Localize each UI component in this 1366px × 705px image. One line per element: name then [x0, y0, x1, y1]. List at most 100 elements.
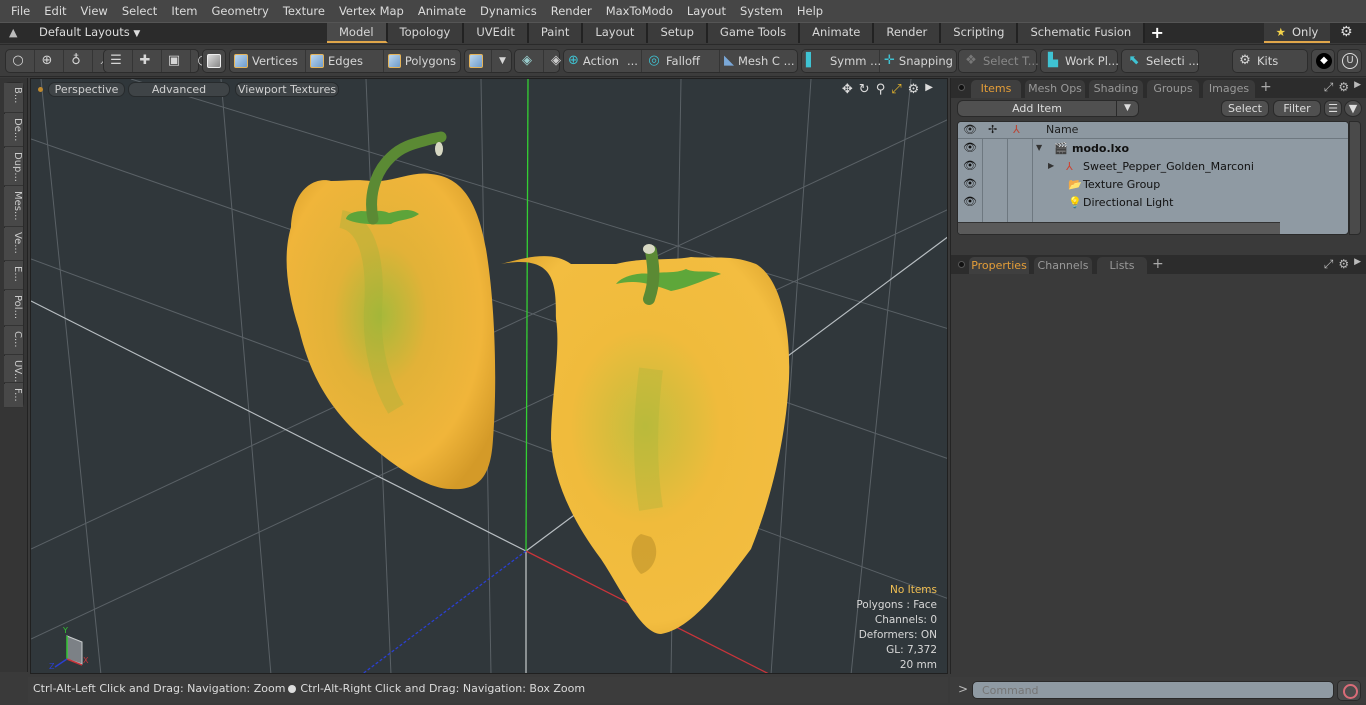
- panel-gear-icon[interactable]: ⚙: [1338, 80, 1349, 95]
- maximize-icon[interactable]: ⤢: [891, 82, 901, 97]
- collapse-up-icon[interactable]: ▲: [9, 26, 17, 39]
- menu-layout[interactable]: Layout: [680, 0, 733, 22]
- viewport-menu-dot[interactable]: [38, 87, 43, 92]
- name-column-header[interactable]: Name: [1046, 123, 1078, 136]
- vtab-uv[interactable]: UV...: [4, 356, 23, 383]
- vtab-curve[interactable]: C...: [4, 327, 23, 355]
- tab-images[interactable]: Images: [1203, 80, 1255, 98]
- menu-texture[interactable]: Texture: [276, 0, 332, 22]
- menu-animate[interactable]: Animate: [411, 0, 473, 22]
- tab-topology[interactable]: Topology: [387, 23, 465, 43]
- pepper-right-model[interactable]: [501, 244, 790, 634]
- square-button[interactable]: ▣: [162, 50, 191, 72]
- vtab-edge[interactable]: E...: [4, 262, 23, 290]
- menu-file[interactable]: File: [4, 0, 37, 22]
- tab-properties[interactable]: Properties: [969, 257, 1029, 275]
- tab-scripting[interactable]: Scripting: [941, 23, 1019, 43]
- selection-sets-button[interactable]: ⬉ Selecti ...: [1122, 50, 1203, 72]
- panel-gear-icon[interactable]: ⚙: [1338, 257, 1349, 272]
- tab-animate[interactable]: Animate: [800, 23, 875, 43]
- add-panel-tab-button[interactable]: +: [1260, 79, 1272, 95]
- vtab-vertex[interactable]: Ve...: [4, 228, 23, 261]
- command-input[interactable]: [972, 681, 1334, 699]
- tab-channels[interactable]: Channels: [1034, 257, 1092, 275]
- vtab-fusion[interactable]: F...: [4, 384, 23, 408]
- menu-maxtomodo[interactable]: MaxToModo: [599, 0, 680, 22]
- tab-groups[interactable]: Groups: [1147, 80, 1199, 98]
- tab-game-tools[interactable]: Game Tools: [707, 23, 801, 43]
- action-center-button[interactable]: ⊕ Action...: [564, 50, 642, 72]
- panel-arrow-icon[interactable]: ▶: [1354, 80, 1361, 95]
- record-macro-button[interactable]: [1337, 680, 1361, 701]
- panel-menu-dot[interactable]: [958, 261, 965, 268]
- menu-vertex-map[interactable]: Vertex Map: [332, 0, 411, 22]
- tab-shading[interactable]: Shading: [1089, 80, 1143, 98]
- panel-arrow-icon[interactable]: ▶: [1354, 257, 1361, 272]
- circle-select-button[interactable]: ○: [6, 50, 35, 72]
- tab-lists[interactable]: Lists: [1097, 257, 1147, 275]
- eye-header-icon[interactable]: 👁: [963, 123, 977, 136]
- unity-button[interactable]: ◆: [1312, 50, 1340, 72]
- expand-triangle-icon[interactable]: ▶: [1048, 161, 1054, 170]
- kits-button[interactable]: ⚙ Kits: [1233, 50, 1282, 72]
- item-mode-button[interactable]: [203, 50, 229, 72]
- 3d-viewport[interactable]: Y X Z Perspective Advanced Viewport Text…: [30, 78, 948, 674]
- zoom-icon[interactable]: ⚲: [876, 82, 886, 97]
- expand-arrow-icon[interactable]: ▶: [925, 82, 933, 97]
- visibility-eye-icon[interactable]: 👁: [963, 141, 977, 154]
- work-plane-button[interactable]: ▙ Work Pl...: [1041, 50, 1123, 72]
- menu-geometry[interactable]: Geometry: [205, 0, 276, 22]
- funnel-filter-button[interactable]: ▼: [1344, 100, 1362, 117]
- gizmo-a-button[interactable]: ◈: [515, 50, 544, 72]
- vtab-duplicate[interactable]: Dup...: [4, 148, 23, 186]
- panel-menu-dot[interactable]: [958, 84, 965, 91]
- menu-view[interactable]: View: [74, 0, 115, 22]
- menu-dynamics[interactable]: Dynamics: [473, 0, 544, 22]
- add-item-dropdown[interactable]: Add Item ▼: [957, 100, 1139, 117]
- polygons-button[interactable]: Polygons: [384, 50, 460, 72]
- maximize-panel-icon[interactable]: ⤢: [1324, 80, 1334, 95]
- tab-paint[interactable]: Paint: [528, 23, 584, 43]
- select-through-button[interactable]: ❖ Select T...: [959, 50, 1043, 72]
- axis-header-icon[interactable]: ⅄: [1013, 123, 1020, 136]
- list-options-button[interactable]: ☰: [1324, 100, 1342, 117]
- perspective-button[interactable]: Perspective: [48, 82, 125, 97]
- only-toggle[interactable]: ★ Only: [1264, 23, 1330, 43]
- tab-model[interactable]: Model: [327, 23, 388, 43]
- menu-help[interactable]: Help: [790, 0, 830, 22]
- mesh-constraint-button[interactable]: ◣ Mesh C ...: [720, 50, 797, 72]
- falloff-button[interactable]: ◎ Falloff: [642, 50, 720, 72]
- globe-button[interactable]: ⊕: [35, 50, 64, 72]
- tree-row-mesh[interactable]: 👁 ▶ ⅄ Sweet_Pepper_Golden_Marconi: [958, 158, 1348, 176]
- pen-button[interactable]: ♁: [64, 50, 93, 72]
- material-mode-button[interactable]: [465, 50, 492, 72]
- menu-item[interactable]: Item: [164, 0, 204, 22]
- cross-button[interactable]: ✚: [133, 50, 162, 72]
- advanced-button[interactable]: Advanced: [128, 82, 230, 97]
- material-dropdown[interactable]: ▼: [492, 50, 513, 72]
- add-panel-tab-button[interactable]: +: [1152, 256, 1164, 272]
- viewport-textures-button[interactable]: Viewport Textures: [235, 82, 339, 97]
- tree-row-directional-light[interactable]: 👁 💡 Directional Light: [958, 194, 1348, 212]
- menu-edit[interactable]: Edit: [37, 0, 73, 22]
- snapping-button[interactable]: ✛ Snapping: [880, 50, 956, 72]
- visibility-eye-icon[interactable]: 👁: [963, 195, 977, 208]
- visibility-eye-icon[interactable]: 👁: [963, 159, 977, 172]
- vtab-polygon[interactable]: Pol...: [4, 291, 23, 326]
- tab-render[interactable]: Render: [874, 23, 942, 43]
- unreal-button[interactable]: U: [1338, 50, 1366, 72]
- tab-schematic-fusion[interactable]: Schematic Fusion: [1018, 23, 1146, 43]
- tab-mesh-ops[interactable]: Mesh Ops: [1025, 80, 1085, 98]
- viewport-gear-icon[interactable]: ⚙: [908, 82, 920, 97]
- tree-row-texture-group[interactable]: 👁 📂 Texture Group: [958, 176, 1348, 194]
- menu-render[interactable]: Render: [544, 0, 599, 22]
- default-layouts-dropdown[interactable]: Default Layouts ▼: [39, 25, 140, 39]
- menu-select[interactable]: Select: [115, 0, 164, 22]
- pan-icon[interactable]: ✥: [842, 82, 853, 97]
- select-button[interactable]: Select: [1221, 100, 1269, 117]
- pepper-left-model[interactable]: [286, 131, 496, 490]
- tab-uvedit[interactable]: UVEdit: [464, 23, 529, 43]
- vtab-basic[interactable]: B...: [4, 83, 23, 113]
- menu-system[interactable]: System: [733, 0, 790, 22]
- edges-button[interactable]: Edges: [306, 50, 384, 72]
